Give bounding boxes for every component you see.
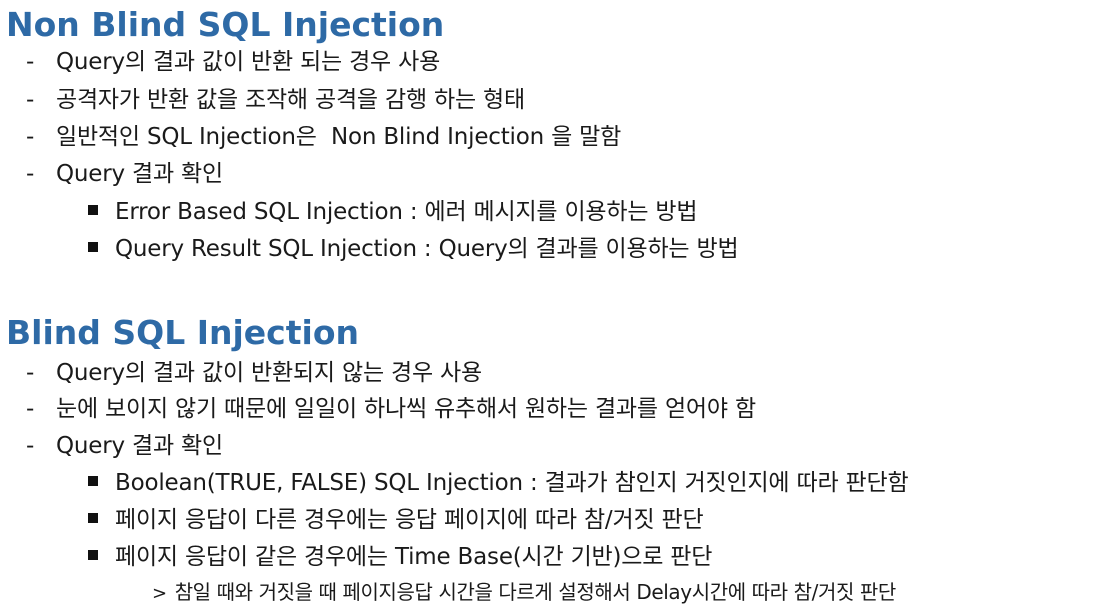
bullet-item: - Query 결과 확인 [26,435,223,458]
bullet-text: 공격자가 반환 값을 조작해 공격을 감행 하는 형태 [56,87,525,113]
bullet-text: 일반적인 SQL Injection은 Non Blind Injection … [56,124,622,150]
sub-bullet-item: 페이지 응답이 같은 경우에는 Time Base(시간 기반)으로 판단 [88,546,712,569]
heading-blind-sql-injection: Blind SQL Injection [6,313,359,352]
bullet-item: - 눈에 보이지 않기 때문에 일일이 하나씩 유추해서 원하는 결과를 얻어야 … [26,398,756,421]
dash-marker: - [26,360,35,386]
sub-bullet-text: Boolean(TRUE, FALSE) SQL Injection : 결과가… [115,470,909,496]
sub-bullet-text: 페이지 응답이 다른 경우에는 응답 페이지에 따라 참/거짓 판단 [115,507,704,533]
arrow-marker: > [152,583,167,604]
sub-bullet-item: Error Based SQL Injection : 에러 메시지를 이용하는… [88,199,698,225]
bullet-item: - Query 결과 확인 [26,163,223,186]
sub-bullet-item: 페이지 응답이 다른 경우에는 응답 페이지에 따라 참/거짓 판단 [88,507,704,533]
bullet-text: 눈에 보이지 않기 때문에 일일이 하나씩 유추해서 원하는 결과를 얻어야 함 [56,396,756,422]
bullet-text: Query의 결과 값이 반환되지 않는 경우 사용 [56,360,482,386]
bullet-item: - 일반적인 SQL Injection은 Non Blind Injection… [26,126,621,149]
bullet-item: - 공격자가 반환 값을 조작해 공격을 감행 하는 형태 [26,89,525,112]
bullet-item: - Query의 결과 값이 반환되지 않는 경우 사용 [26,362,482,385]
heading-non-blind-sql-injection: Non Blind SQL Injection [6,5,445,44]
sub-bullet-item: Boolean(TRUE, FALSE) SQL Injection : 결과가… [88,470,909,496]
square-bullet-icon [88,512,98,523]
square-bullet-icon [88,241,98,252]
dash-marker: - [26,49,35,75]
sub-bullet-text: Error Based SQL Injection : 에러 메시지를 이용하는… [115,199,698,225]
square-bullet-icon [88,204,98,215]
dash-marker: - [26,87,35,113]
detail-item: > 참일 때와 거짓을 때 페이지응답 시간을 다르게 설정해서 Delay시간에… [152,582,896,603]
dash-marker: - [26,161,35,187]
square-bullet-icon [88,549,98,560]
bullet-text: Query의 결과 값이 반환 되는 경우 사용 [56,49,441,75]
square-bullet-icon [88,475,98,486]
bullet-text: Query 결과 확인 [56,161,223,187]
detail-text: 참일 때와 거짓을 때 페이지응답 시간을 다르게 설정해서 Delay시간에 … [174,580,897,604]
sub-bullet-text: 페이지 응답이 같은 경우에는 Time Base(시간 기반)으로 판단 [115,544,713,570]
dash-marker: - [26,124,35,150]
bullet-text: Query 결과 확인 [56,433,223,459]
bullet-item: - Query의 결과 값이 반환 되는 경우 사용 [26,51,440,74]
sub-bullet-item: Query Result SQL Injection : Query의 결과를 … [88,236,739,262]
dash-marker: - [26,433,35,459]
dash-marker: - [26,396,35,422]
sub-bullet-text: Query Result SQL Injection : Query의 결과를 … [115,236,739,262]
